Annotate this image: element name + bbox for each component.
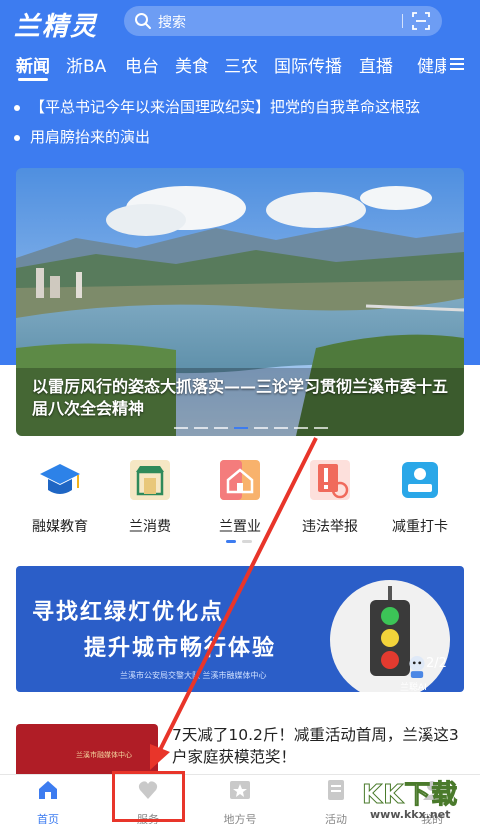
nav-local[interactable]: 地方号	[200, 779, 280, 824]
watermark-brand: KK下载	[361, 780, 459, 811]
nav-label: 地方号	[223, 813, 257, 824]
nav-label: 首页	[37, 813, 59, 824]
annotation-highlight-box	[112, 771, 185, 822]
star-icon	[230, 781, 250, 799]
list-icon	[328, 780, 344, 800]
nav-home[interactable]: 首页	[8, 779, 88, 824]
home-icon	[39, 781, 57, 799]
watermark: KK下载 www.kkx.net	[361, 770, 480, 824]
watermark-url: www.kkx.net	[370, 808, 451, 821]
annotation-arrow	[150, 437, 318, 770]
